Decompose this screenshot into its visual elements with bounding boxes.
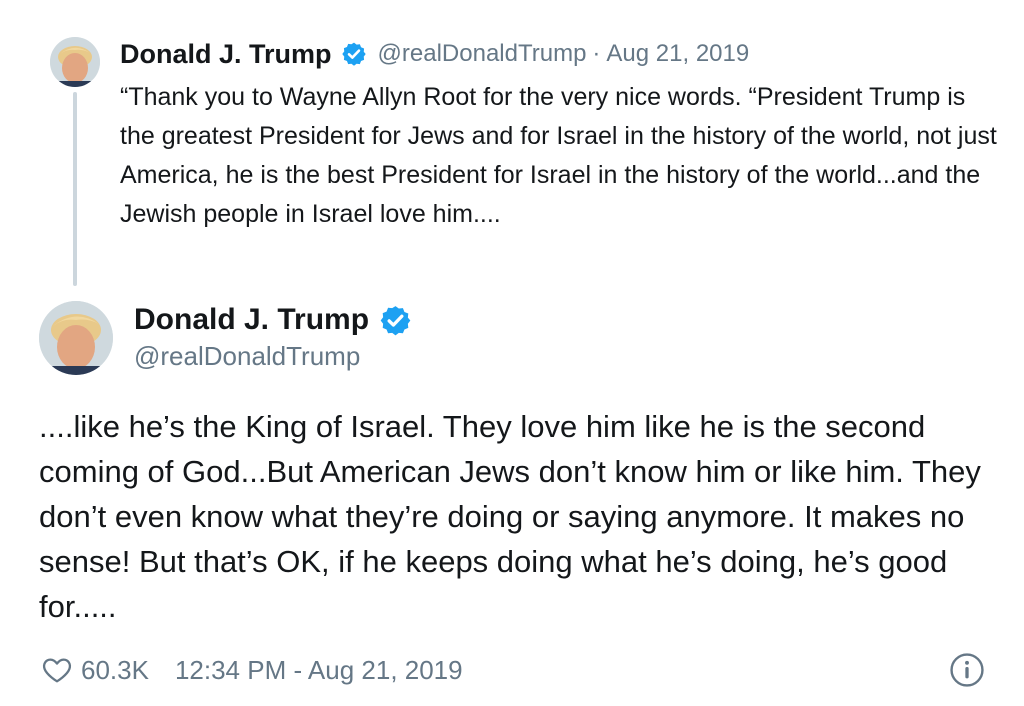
main-avatar[interactable] xyxy=(39,301,113,375)
avatar-image xyxy=(50,37,100,87)
tweet-timestamp[interactable]: 12:34 PM - Aug 21, 2019 xyxy=(175,655,463,686)
parent-author-name[interactable]: Donald J. Trump xyxy=(120,39,332,70)
main-author-name[interactable]: Donald J. Trump xyxy=(134,303,369,337)
heart-icon[interactable] xyxy=(40,654,74,686)
main-author-handle[interactable]: @realDonaldTrump xyxy=(134,341,360,372)
thread-connector-line xyxy=(73,92,77,286)
info-icon[interactable] xyxy=(949,652,985,688)
verified-badge-icon xyxy=(380,305,411,335)
verified-badge-icon xyxy=(341,42,366,66)
parent-author-handle[interactable]: @realDonaldTrump xyxy=(378,40,587,68)
parent-avatar[interactable] xyxy=(50,37,100,87)
parent-tweet-header: Donald J. Trump @realDonaldTrump · Aug 2… xyxy=(120,36,749,72)
header-separator: · xyxy=(592,40,601,67)
tweet-footer: 60.3K 12:34 PM - Aug 21, 2019 xyxy=(40,648,463,692)
parent-tweet-text: “Thank you to Wayne Allyn Root for the v… xyxy=(120,83,997,228)
parent-tweet-date[interactable]: Aug 21, 2019 xyxy=(606,40,749,68)
main-tweet-text: ....like he’s the King of Israel. They l… xyxy=(39,409,981,624)
like-count[interactable]: 60.3K xyxy=(81,655,149,686)
avatar-image xyxy=(39,301,113,375)
main-tweet-name-row: Donald J. Trump xyxy=(134,303,412,337)
